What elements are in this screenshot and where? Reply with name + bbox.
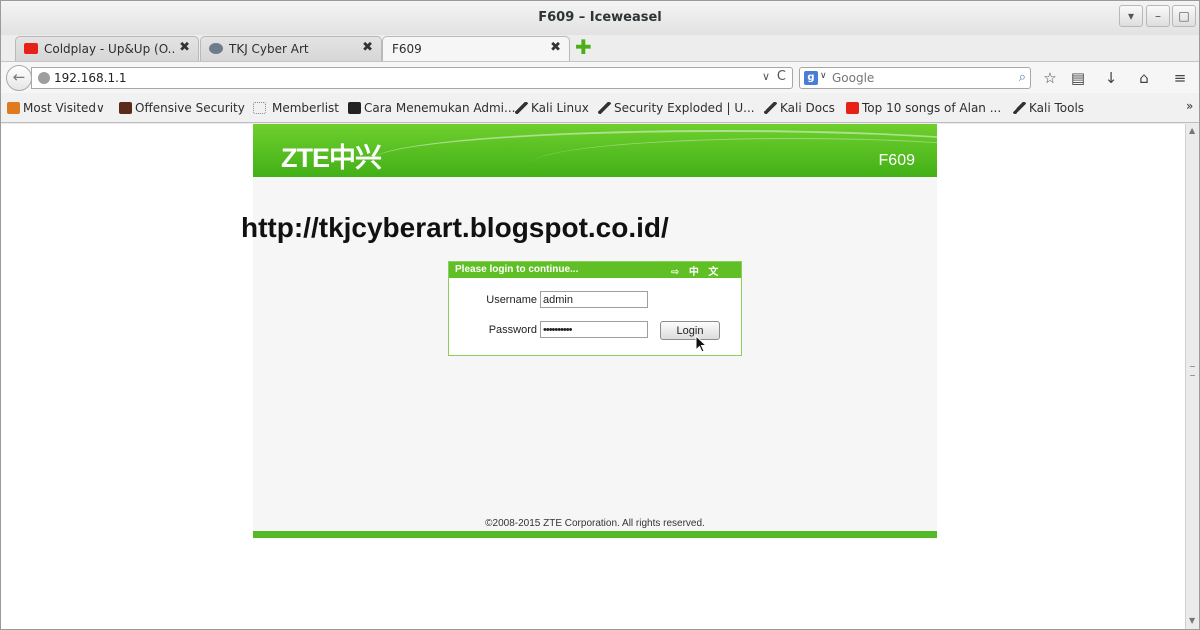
youtube-icon <box>846 102 859 114</box>
bookmark-kali-tools[interactable]: Kali Tools <box>1013 101 1084 115</box>
scroll-up-icon[interactable]: ▲ <box>1189 126 1195 135</box>
bookmark-label: Kali Docs <box>780 101 835 115</box>
mouse-cursor-icon <box>695 335 707 353</box>
bookmark-label: Offensive Security <box>135 101 245 115</box>
bookmark-label: Memberlist <box>272 101 339 115</box>
bookmark-label: Cara Menemukan Admi... <box>364 101 516 115</box>
window-menu-button[interactable]: ▾ <box>1119 5 1143 27</box>
navigation-toolbar: 192.168.1.1 ∨ C ← g ∨ ⌕ ☆ ▤ ↓ ⌂ ≡ <box>1 61 1199 93</box>
bookmark-security-exploded[interactable]: Security Exploded | U... <box>598 101 755 115</box>
bookmark-memberlist[interactable]: Memberlist <box>253 101 339 115</box>
tab-coldplay[interactable]: Coldplay - Up&Up (O... ✖ <box>15 36 199 61</box>
username-field[interactable] <box>540 291 648 308</box>
menu-icon[interactable]: ≡ <box>1169 69 1191 87</box>
tab-tkj-cyber-art[interactable]: TKJ Cyber Art ✖ <box>200 36 382 61</box>
bookmarks-toolbar: Most Visited∨ Offensive Security Memberl… <box>1 93 1199 123</box>
bookmark-label: Most Visited∨ <box>23 101 105 115</box>
url-text[interactable]: 192.168.1.1 <box>54 71 127 85</box>
zte-logo: ZTE中兴 <box>281 143 382 173</box>
site-favicon-icon <box>119 102 132 114</box>
bookmark-kali-linux[interactable]: Kali Linux <box>515 101 589 115</box>
scroll-down-icon[interactable]: ▼ <box>1189 616 1195 625</box>
kali-dragon-icon <box>1013 102 1026 114</box>
bookmark-label: Security Exploded | U... <box>614 101 755 115</box>
tab-label: Coldplay - Up&Up (O... <box>44 42 176 56</box>
maximize-button[interactable]: □ <box>1172 5 1196 27</box>
router-header: ZTE中兴 F609 <box>253 124 937 177</box>
chevron-down-icon[interactable]: ∨ <box>762 70 770 83</box>
bookmarks-overflow-button[interactable]: » <box>1186 99 1193 113</box>
device-model: F609 <box>878 152 915 169</box>
bookmark-top-10-songs[interactable]: Top 10 songs of Alan ... <box>846 101 1001 115</box>
window-title: F609 – Iceweasel <box>538 10 662 25</box>
kali-dragon-icon <box>598 102 611 114</box>
language-switch-link[interactable]: ⇨ 中 文 <box>671 263 721 278</box>
login-panel-header: Please login to continue... ⇨ 中 文 <box>449 262 741 278</box>
youtube-icon <box>24 43 38 54</box>
bookmark-most-visited[interactable]: Most Visited∨ <box>7 101 105 115</box>
tab-f609[interactable]: F609 ✖ <box>382 36 570 62</box>
tab-label: F609 <box>392 42 422 56</box>
vertical-scrollbar[interactable]: ▲ ▼ <box>1185 124 1199 629</box>
bookmark-offensive-security[interactable]: Offensive Security <box>119 101 245 115</box>
page-viewport: ZTE中兴 F609 ©2008-2015 ZTE Corporation. A… <box>1 124 1185 629</box>
search-bar[interactable]: g ∨ ⌕ <box>799 67 1031 89</box>
bookmark-star-icon[interactable]: ☆ <box>1039 69 1061 87</box>
new-tab-button[interactable]: ✚ <box>575 37 592 57</box>
search-input[interactable] <box>832 70 1008 86</box>
password-field[interactable] <box>540 321 648 338</box>
home-icon[interactable]: ⌂ <box>1133 69 1155 87</box>
page-icon <box>253 102 266 114</box>
back-button[interactable]: ← <box>6 65 32 91</box>
google-icon[interactable]: g <box>804 71 818 85</box>
bookmarks-menu-icon[interactable]: ▤ <box>1067 69 1089 87</box>
chevron-down-icon[interactable]: ∨ <box>820 71 827 81</box>
login-title: Please login to continue... <box>455 264 579 275</box>
bookmark-kali-docs[interactable]: Kali Docs <box>764 101 835 115</box>
bookmark-label: Kali Linux <box>531 101 589 115</box>
close-icon[interactable]: ✖ <box>550 40 561 55</box>
search-icon[interactable]: ⌕ <box>1019 70 1026 85</box>
bookmark-label: Top 10 songs of Alan ... <box>862 101 1002 115</box>
username-label: Username <box>486 294 537 306</box>
tab-strip: Coldplay - Up&Up (O... ✖ TKJ Cyber Art ✖… <box>1 35 1199 62</box>
copyright-text: ©2008-2015 ZTE Corporation. All rights r… <box>485 518 705 529</box>
watermark-url-text: http://tkjcyberart.blogspot.co.id/ <box>241 212 669 243</box>
tab-label: TKJ Cyber Art <box>229 42 309 56</box>
url-bar[interactable]: 192.168.1.1 ∨ C <box>31 67 793 89</box>
globe-icon <box>38 72 50 84</box>
close-icon[interactable]: ✖ <box>179 40 190 55</box>
site-favicon-icon <box>209 43 223 54</box>
bookmark-label: Kali Tools <box>1029 101 1085 115</box>
bookmark-cara-menemukan[interactable]: Cara Menemukan Admi... <box>348 101 515 115</box>
terminal-icon <box>348 102 361 114</box>
login-button[interactable]: Login <box>660 321 720 340</box>
reload-icon[interactable]: C <box>777 69 786 84</box>
password-label: Password <box>488 324 537 336</box>
kali-dragon-icon <box>764 102 777 114</box>
folder-icon <box>7 102 20 114</box>
browser-window: F609 – Iceweasel ▾ – □ Coldplay - Up&Up … <box>0 0 1200 630</box>
downloads-icon[interactable]: ↓ <box>1100 69 1122 87</box>
close-icon[interactable]: ✖ <box>362 40 373 55</box>
minimize-button[interactable]: – <box>1146 5 1170 27</box>
title-bar: F609 – Iceweasel ▾ – □ <box>1 1 1199 35</box>
kali-dragon-icon <box>515 102 528 114</box>
footer-bar <box>253 531 937 538</box>
scrollbar-thumb[interactable] <box>1190 366 1195 376</box>
